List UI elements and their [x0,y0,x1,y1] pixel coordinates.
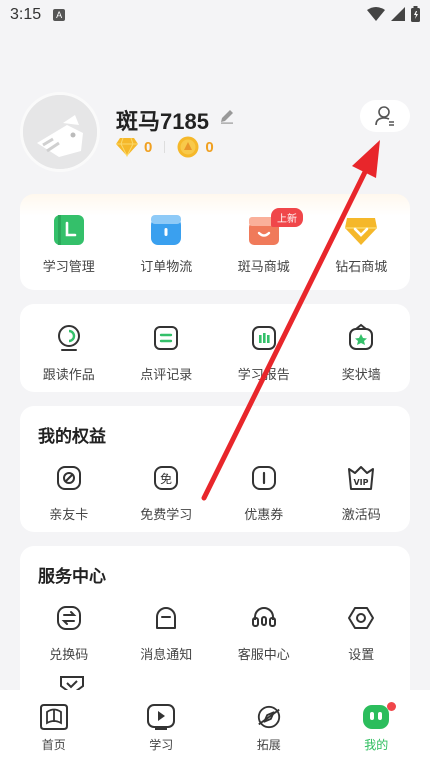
records-item-certificate[interactable]: 奖状墙 [313,322,411,383]
customer-service-icon [251,607,276,627]
records-item-label: 点评记录 [140,368,193,383]
friend-card-icon [56,466,81,490]
quick-item-label: 钻石商城 [335,260,388,275]
benefits-title: 我的权益 [38,427,106,447]
tab-label: 学习 [149,738,174,752]
redeem-code-icon [56,606,81,630]
activation-code-icon: VIP [348,466,375,490]
tab-explore[interactable]: 拓展 [215,690,323,764]
benefit-item-activation[interactable]: VIP 激活码 [313,462,411,523]
benefit-item-friend-card[interactable]: 亲友卡 [20,462,118,523]
benefit-item-label: 优惠券 [244,508,284,523]
tab-mine[interactable]: 我的 [323,690,430,764]
service-item-label: 客服中心 [237,648,290,663]
profile-header: 斑马7185 0 0 [20,92,410,172]
study-manage-icon [53,215,84,245]
battery-icon [411,6,420,22]
stat-divider [164,141,166,153]
quick-item-zebra-mall[interactable]: 上新 斑马商城 [215,208,313,275]
free-glyph: 免 [160,471,172,486]
order-logistics-icon [151,215,182,245]
wifi-icon [367,7,385,21]
free-study-icon: 免 [154,466,179,490]
settings-icon [348,607,375,629]
signal-icon [391,7,405,21]
message-notification-icon [156,607,177,629]
records-item-label: 学习报告 [237,368,290,383]
status-time: 3:15 [10,6,42,23]
notification-dot [386,702,396,711]
service-item-messages[interactable]: 消息通知 [118,602,216,663]
status-bar: 3:15 A [0,0,430,30]
benefits-card: 我的权益 亲友卡 免 免费学习 优惠券 VIP 激活码 [20,406,410,532]
diamond-stat[interactable]: 0 [116,137,152,157]
coupon-icon [251,466,276,490]
diamond-count: 0 [144,138,153,156]
bottom-tab-bar: 首页 学习 拓展 我的 [0,690,430,764]
quick-item-label: 斑马商城 [237,260,290,275]
avatar[interactable] [20,92,100,172]
diamond-mall-icon [345,218,378,245]
read-along-icon [57,325,80,351]
records-item-read-along[interactable]: 跟读作品 [20,322,118,383]
quick-item-diamond-mall[interactable]: 钻石商城 [313,214,411,275]
tab-label: 首页 [41,738,66,752]
quick-item-order-logistics[interactable]: 订单物流 [118,214,216,275]
edit-icon[interactable] [219,108,235,124]
quick-item-study-manage[interactable]: 学习管理 [20,214,118,275]
service-item-settings[interactable]: 设置 [313,602,411,663]
benefit-item-label: 亲友卡 [49,508,89,523]
user-settings-icon [375,106,394,126]
records-item-label: 奖状墙 [341,368,381,383]
benefit-item-label: 激活码 [341,508,381,523]
tab-learn[interactable]: 学习 [108,690,216,764]
profile-stats: 0 0 [116,136,214,158]
service-item-label: 兑换码 [49,648,89,663]
learn-icon [147,704,176,730]
tab-label: 拓展 [256,738,281,752]
coin-count: 0 [205,138,214,156]
vip-glyph: VIP [354,478,369,487]
review-record-icon [154,326,179,350]
mine-icon [363,705,390,729]
service-title: 服务中心 [38,567,106,587]
records-item-report[interactable]: 学习报告 [215,322,313,383]
username: 斑马7185 [116,109,209,134]
coin-icon [177,136,199,158]
diamond-icon [116,137,138,157]
account-switch-button[interactable] [360,100,410,132]
quick-item-label: 学习管理 [42,260,95,275]
service-item-customer-service[interactable]: 客服中心 [215,602,313,663]
benefit-item-label: 免费学习 [140,508,193,523]
new-badge: 上新 [271,208,303,227]
zebra-avatar-icon [23,95,97,169]
benefit-item-free-study[interactable]: 免 免费学习 [118,462,216,523]
coin-stat[interactable]: 0 [177,136,214,158]
certificate-wall-icon [349,323,374,350]
records-item-review[interactable]: 点评记录 [118,322,216,383]
study-report-icon [251,326,276,350]
records-card: 跟读作品 点评记录 学习报告 奖状墙 [20,304,410,392]
quick-item-label: 订单物流 [140,260,193,275]
service-item-label: 设置 [348,648,375,663]
service-item-redeem-code[interactable]: 兑换码 [20,602,118,663]
explore-icon [257,705,280,729]
tab-label: 我的 [364,738,389,752]
notification-a-icon: A [53,9,66,21]
quick-menu-card: 学习管理 订单物流 上新 斑马商城 钻石商城 [20,194,410,290]
service-item-label: 消息通知 [140,648,193,663]
tab-home[interactable]: 首页 [0,690,108,764]
benefit-item-coupon[interactable]: 优惠券 [215,462,313,523]
records-item-label: 跟读作品 [42,368,95,383]
home-icon [39,704,68,730]
